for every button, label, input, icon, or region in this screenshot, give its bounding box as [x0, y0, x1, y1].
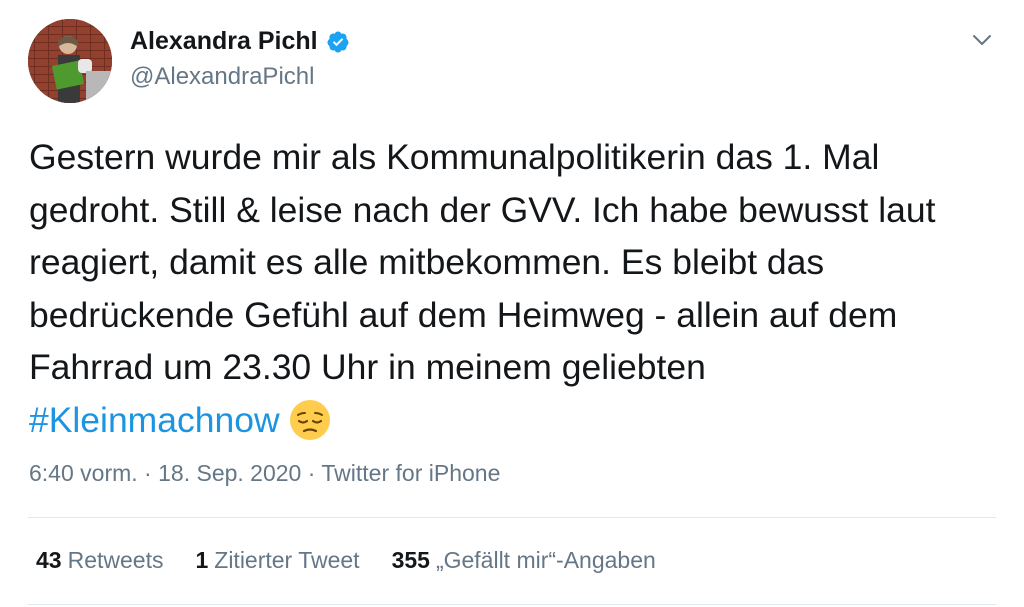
retweets-label: Retweets	[67, 547, 164, 573]
verified-badge-icon	[327, 31, 349, 52]
meta-separator: ·	[307, 460, 316, 486]
tweet-date[interactable]: 18. Sep. 2020	[158, 460, 301, 486]
author-handle[interactable]: @AlexandraPichl	[130, 63, 314, 91]
tweet-time[interactable]: 6:40 vorm.	[29, 460, 138, 486]
tweet-source[interactable]: Twitter for iPhone	[321, 460, 500, 486]
chevron-down-icon[interactable]	[970, 28, 994, 52]
meta-separator: ·	[144, 460, 152, 486]
retweets-count: 43	[36, 547, 62, 573]
avatar[interactable]	[28, 19, 112, 103]
hashtag-link[interactable]: #Kleinmachnow	[29, 400, 280, 440]
tweet-card: Alexandra Pichl @AlexandraPichl Gestern …	[0, 0, 1024, 607]
likes-count: 355	[391, 547, 430, 573]
retweets-stat[interactable]: 43 Retweets	[36, 547, 163, 574]
likes-stat[interactable]: 355 „Gefällt mir“-Angaben	[392, 547, 656, 574]
likes-label: „Gefällt mir“-Angaben	[435, 547, 656, 573]
tweet-stats: 43 Retweets 1 Zitierter Tweet 355 „Gefällt …	[36, 547, 656, 574]
avatar-image	[28, 19, 112, 103]
quotes-count: 1	[195, 547, 209, 573]
author-name[interactable]: Alexandra Pichl	[130, 27, 318, 56]
tweet-text-block: Gestern wurde mir als Kommunalpolitikeri…	[29, 131, 989, 446]
quotes-stat[interactable]: 1 Zitierter Tweet	[195, 547, 359, 574]
divider	[28, 604, 996, 605]
quotes-label: Zitierter Tweet	[214, 547, 360, 573]
tweet-meta: 6:40 vorm. · 18. Sep. 2020 · Twitter for…	[29, 460, 500, 487]
divider	[28, 517, 996, 518]
author-name-row[interactable]: Alexandra Pichl	[130, 27, 350, 56]
tweet-text: Gestern wurde mir als Kommunalpolitikeri…	[29, 137, 936, 387]
pensive-face-icon	[289, 399, 330, 440]
